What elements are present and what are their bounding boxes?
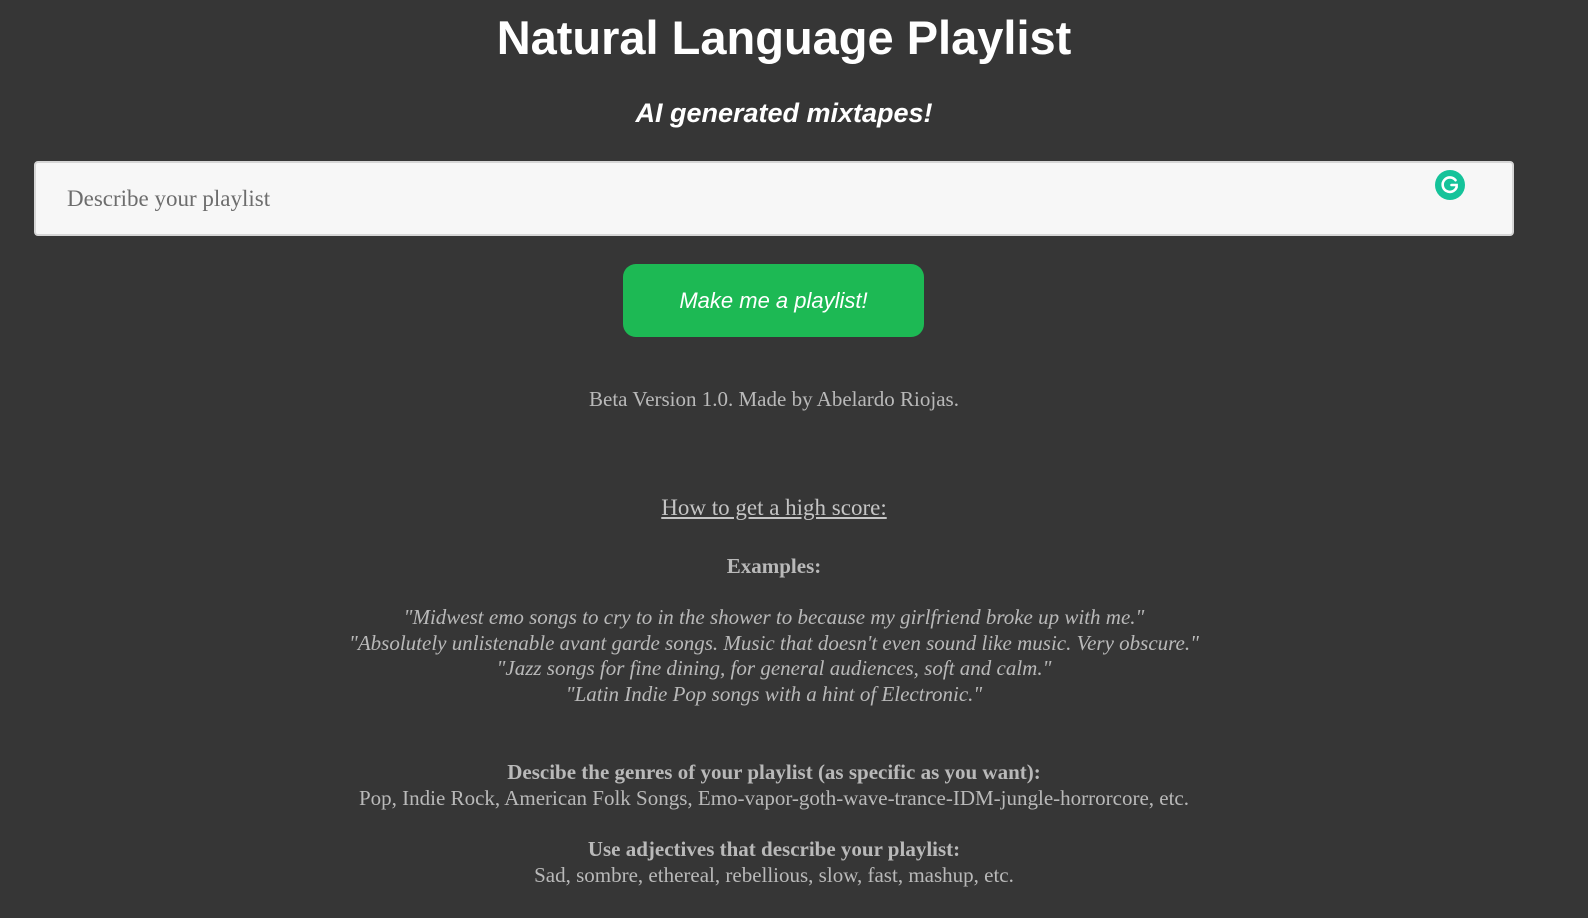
playlist-description-field [34,161,1514,236]
page-subtitle: AI generated mixtapes! [635,98,933,128]
examples-heading: Examples: [726,554,822,578]
high-score-heading: How to get a high score: [0,495,1548,521]
example-item: "Latin Indie Pop songs with a hint of El… [565,682,983,707]
adjectives-heading: Use adjectives that describe your playli… [587,837,961,861]
genres-heading: Descibe the genres of your playlist (as … [507,760,1041,784]
example-item: "Midwest emo songs to cry to in the show… [403,605,1145,629]
playlist-description-input[interactable] [36,163,1512,234]
grammarly-icon[interactable] [1435,170,1465,200]
grammarly-g-glyph [1441,176,1458,194]
version-text: Beta Version 1.0. Made by Abelardo Rioja… [589,387,959,411]
page-title: Natural Language Playlist [496,11,1072,64]
high-score-link[interactable]: How to get a high score: [661,495,886,520]
example-item: "Jazz songs for fine dining, for general… [496,656,1052,681]
make-playlist-button[interactable]: Make me a playlist! [623,264,924,337]
example-item: "Absolutely unlistenable avant garde son… [349,630,1199,655]
examples-list: "Midwest emo songs to cry to in the show… [0,605,1548,708]
genres-text: Pop, Indie Rock, American Folk Songs, Em… [358,786,1189,810]
adjectives-text: Sad, sombre, ethereal, rebellious, slow,… [534,863,1014,887]
